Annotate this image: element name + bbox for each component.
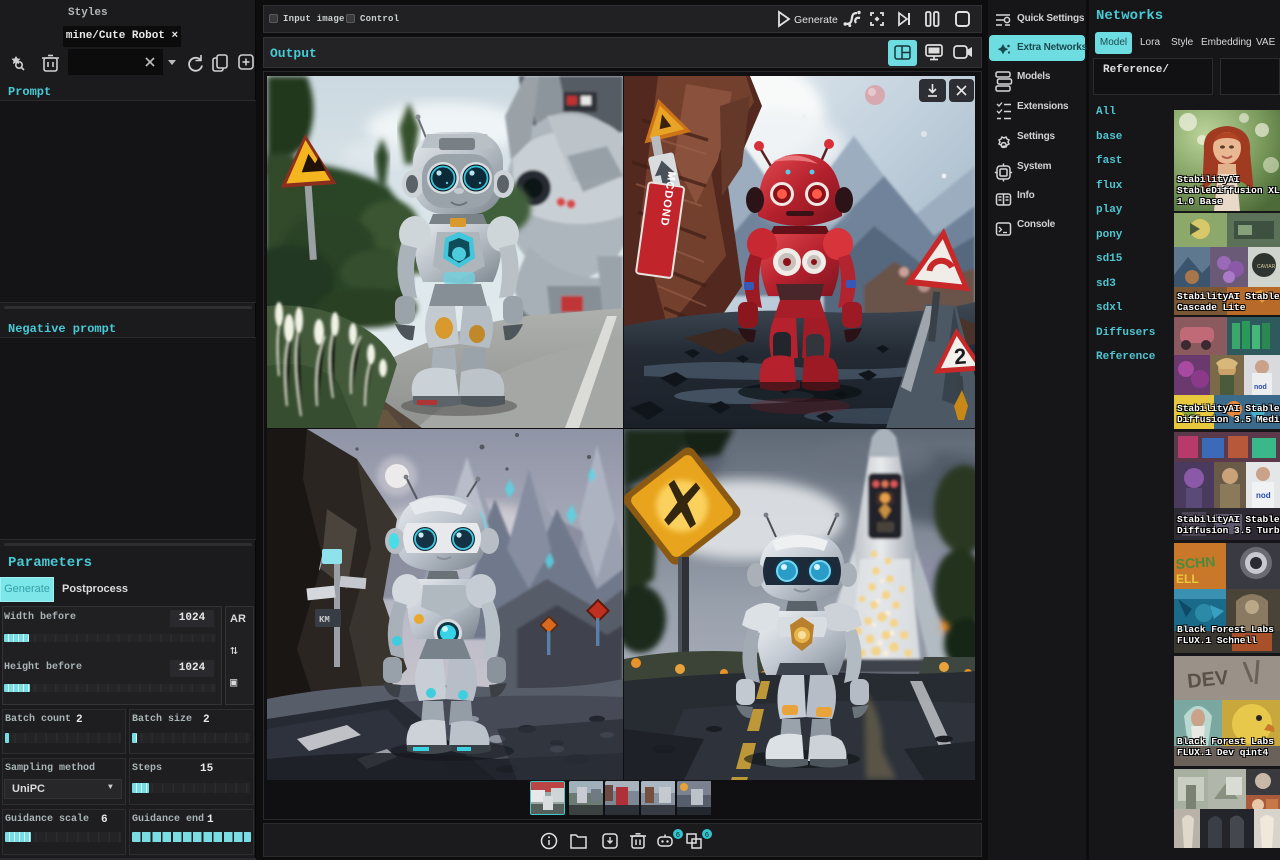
svg-text:6: 6 — [705, 832, 709, 839]
svg-text:CAVIAR: CAVIAR — [1257, 264, 1276, 270]
svg-text:ELL: ELL — [1176, 572, 1199, 586]
svg-text:nod: nod — [1254, 384, 1267, 391]
svg-text:6: 6 — [676, 832, 680, 839]
svg-text:SCHN: SCHN — [1175, 553, 1216, 572]
svg-text:DEV: DEV — [1186, 667, 1230, 693]
svg-text:Generate: Generate — [794, 14, 838, 26]
svg-text:2: 2 — [953, 343, 967, 369]
svg-text:KM: KM — [319, 615, 330, 625]
svg-text:nod: nod — [1256, 491, 1271, 500]
